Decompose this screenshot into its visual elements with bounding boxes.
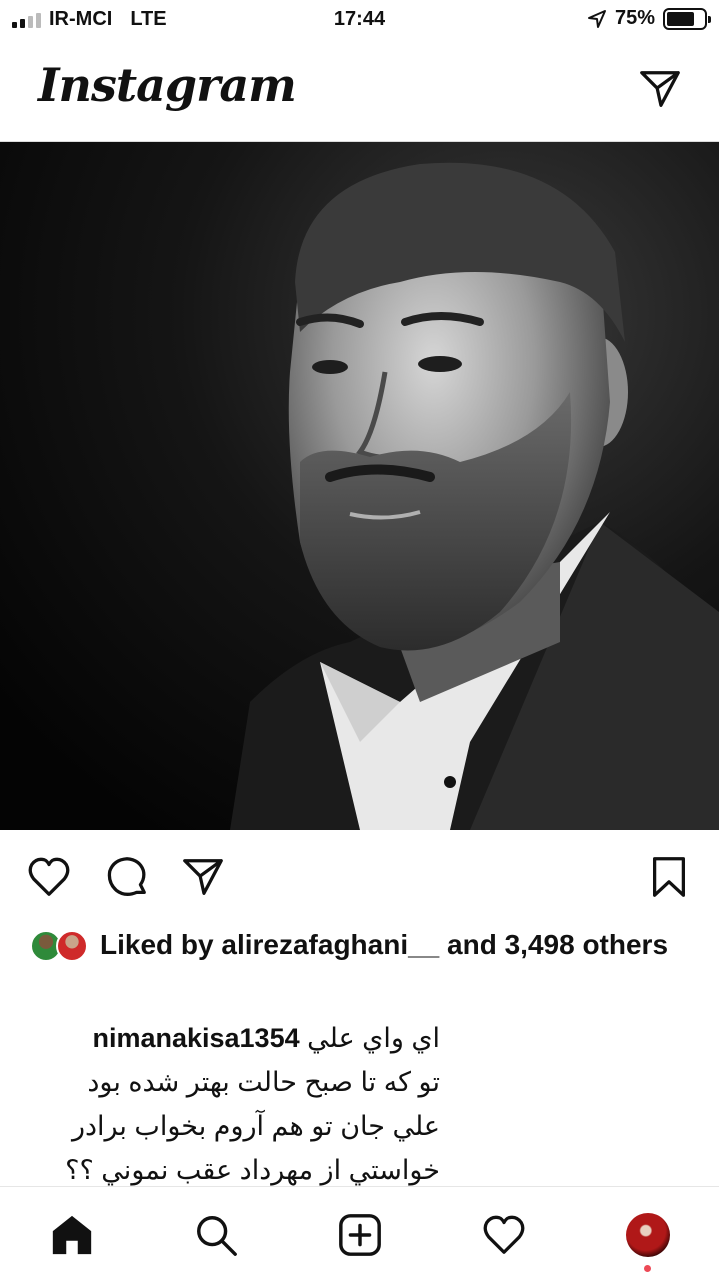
search-icon bbox=[197, 1216, 237, 1256]
post-image[interactable] bbox=[0, 142, 719, 830]
tab-profile[interactable] bbox=[624, 1211, 672, 1259]
liked-by-middle: and bbox=[447, 929, 497, 960]
direct-message-icon[interactable] bbox=[637, 66, 683, 112]
activity-heart-icon bbox=[483, 1215, 525, 1254]
new-post-icon bbox=[339, 1214, 381, 1256]
likes-count[interactable]: 3,498 bbox=[505, 929, 575, 960]
bottom-tab-bar bbox=[0, 1186, 719, 1280]
caption-line: اي واي علي nimanakisa1354 bbox=[30, 1016, 440, 1060]
bookmark-icon[interactable] bbox=[646, 854, 692, 900]
caption-line-text: اي واي علي bbox=[307, 1023, 440, 1053]
avatar bbox=[56, 930, 88, 962]
liked-by-prefix: Liked by bbox=[100, 929, 214, 960]
post-caption: اي واي علي nimanakisa1354 تو كه تا صبح ح… bbox=[30, 1016, 440, 1192]
heart-icon[interactable] bbox=[26, 854, 72, 900]
liked-by-suffix[interactable]: others bbox=[582, 929, 668, 960]
profile-avatar bbox=[626, 1213, 670, 1257]
share-icon[interactable] bbox=[180, 854, 226, 900]
portrait-photo bbox=[0, 142, 719, 830]
notification-dot bbox=[644, 1265, 651, 1272]
battery-icon bbox=[663, 7, 711, 30]
post-actions bbox=[0, 830, 719, 922]
tab-home[interactable] bbox=[48, 1211, 96, 1259]
top-nav: Instagram bbox=[0, 40, 719, 142]
instagram-logo[interactable]: Instagram bbox=[38, 58, 297, 112]
liked-by-avatars bbox=[30, 930, 92, 964]
status-right: 75% bbox=[587, 7, 711, 30]
likes-text: Liked by alirezafaghani__ and 3,498 othe… bbox=[100, 926, 690, 963]
battery-percent: 75% bbox=[614, 7, 655, 29]
status-bar: IR-MCI LTE 17:44 75% bbox=[0, 0, 719, 40]
caption-username[interactable]: nimanakisa1354 bbox=[92, 1023, 299, 1053]
tab-activity[interactable] bbox=[480, 1211, 528, 1259]
tab-search[interactable] bbox=[192, 1211, 240, 1259]
liked-by-user-link[interactable]: alirezafaghani__ bbox=[221, 929, 439, 960]
tab-new-post[interactable] bbox=[336, 1211, 384, 1259]
home-icon bbox=[52, 1215, 92, 1255]
location-arrow-icon bbox=[587, 9, 606, 28]
caption-line: تو كه تا صبح حالت بهتر شده بود bbox=[87, 1067, 440, 1097]
comment-icon[interactable] bbox=[104, 854, 150, 900]
caption-line: علي جان تو هم آروم بخواب برادر bbox=[71, 1111, 440, 1141]
